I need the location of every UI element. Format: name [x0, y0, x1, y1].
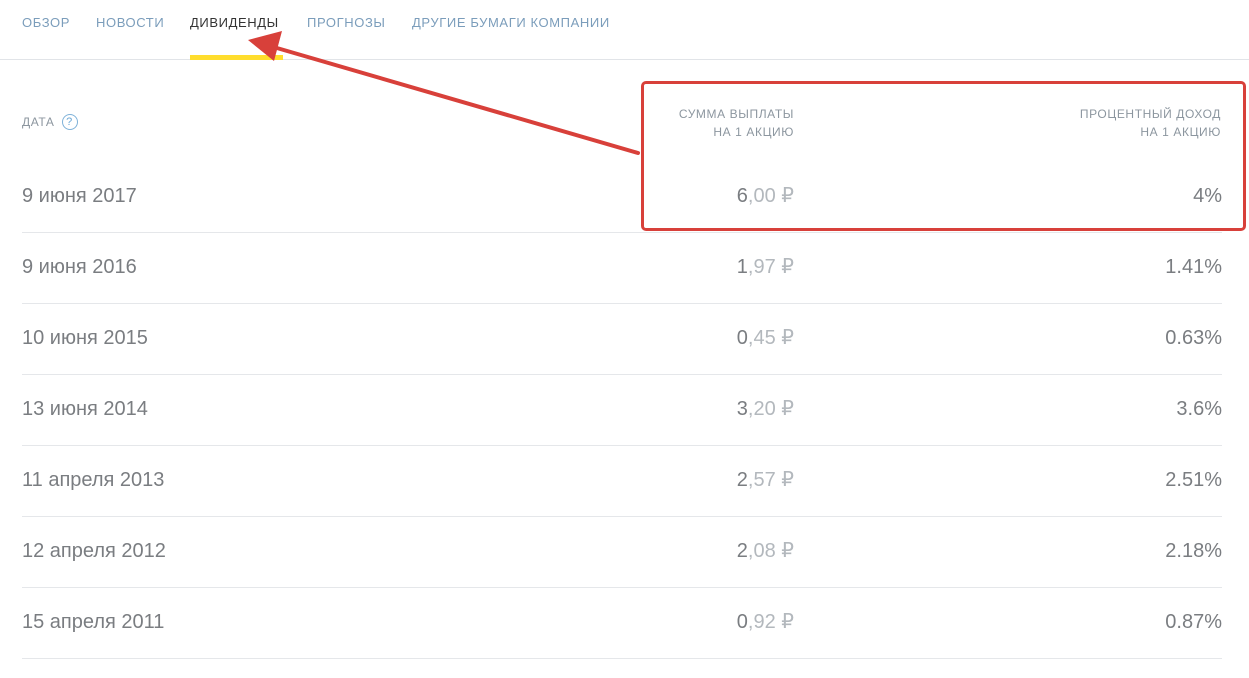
- row-amount: 3,20 ₽: [737, 397, 794, 421]
- row-amount-frac: ,92 ₽: [747, 611, 794, 633]
- row-amount-frac: ,08 ₽: [747, 540, 794, 562]
- column-header-date: Дата ?: [22, 113, 78, 131]
- table-row: 13 июня 2014 3,20 ₽ 3.6%: [22, 375, 1222, 446]
- row-amount: 0,92 ₽: [737, 610, 794, 634]
- row-amount: 2,08 ₽: [737, 539, 794, 563]
- row-amount: 1,97 ₽: [737, 255, 794, 279]
- row-date: 9 июня 2016: [22, 256, 137, 278]
- row-amount-int: 1: [736, 256, 748, 278]
- row-date: 9 июня 2017: [22, 185, 137, 207]
- row-date: 12 апреля 2012: [22, 540, 166, 562]
- row-amount-frac: ,57 ₽: [747, 469, 794, 491]
- tab-other-securities[interactable]: Другие бумаги компании: [412, 15, 610, 30]
- row-amount: 0,45 ₽: [737, 326, 794, 350]
- row-amount-frac: ,97 ₽: [747, 256, 794, 278]
- row-date: 15 апреля 2011: [22, 611, 165, 633]
- row-yield: 3.6%: [1176, 398, 1222, 420]
- active-tab-indicator: [190, 55, 283, 60]
- table-row: 15 апреля 2011 0,92 ₽ 0.87%: [22, 588, 1222, 659]
- row-amount: 2,57 ₽: [737, 468, 794, 492]
- tab-news[interactable]: Новости: [96, 15, 164, 30]
- dividends-table: 9 июня 2017 6,00 ₽ 4% 9 июня 2016 1,97 ₽…: [22, 162, 1222, 659]
- help-icon[interactable]: ?: [61, 114, 78, 130]
- row-date: 13 июня 2014: [22, 398, 148, 420]
- row-date: 11 апреля 2013: [22, 469, 165, 491]
- row-amount-int: 0: [736, 611, 748, 633]
- row-date: 10 июня 2015: [22, 327, 148, 349]
- tab-forecasts[interactable]: Прогнозы: [307, 15, 386, 30]
- row-yield: 1.41%: [1165, 256, 1222, 278]
- row-amount-frac: ,45 ₽: [747, 327, 794, 349]
- annotation-highlight-box: [641, 81, 1246, 231]
- row-amount-int: 2: [736, 540, 748, 562]
- table-row: 10 июня 2015 0,45 ₽ 0.63%: [22, 304, 1222, 375]
- row-yield: 2.51%: [1165, 469, 1222, 491]
- row-amount-int: 3: [736, 398, 748, 420]
- row-amount-int: 0: [736, 327, 748, 349]
- row-yield: 0.87%: [1165, 611, 1222, 633]
- row-yield: 2.18%: [1165, 540, 1222, 562]
- row-amount-frac: ,20 ₽: [747, 398, 794, 420]
- tab-bar: Обзор Новости Дивиденды Прогнозы Другие …: [0, 0, 1249, 60]
- tab-dividends[interactable]: Дивиденды: [190, 15, 279, 30]
- tab-overview[interactable]: Обзор: [22, 15, 70, 30]
- row-amount-int: 2: [736, 469, 748, 491]
- table-row: 9 июня 2016 1,97 ₽ 1.41%: [22, 233, 1222, 304]
- table-row: 12 апреля 2012 2,08 ₽ 2.18%: [22, 517, 1222, 588]
- table-row: 11 апреля 2013 2,57 ₽ 2.51%: [22, 446, 1222, 517]
- dividends-page: Обзор Новости Дивиденды Прогнозы Другие …: [0, 0, 1249, 678]
- row-yield: 0.63%: [1165, 327, 1222, 349]
- column-header-date-label: Дата: [22, 115, 55, 129]
